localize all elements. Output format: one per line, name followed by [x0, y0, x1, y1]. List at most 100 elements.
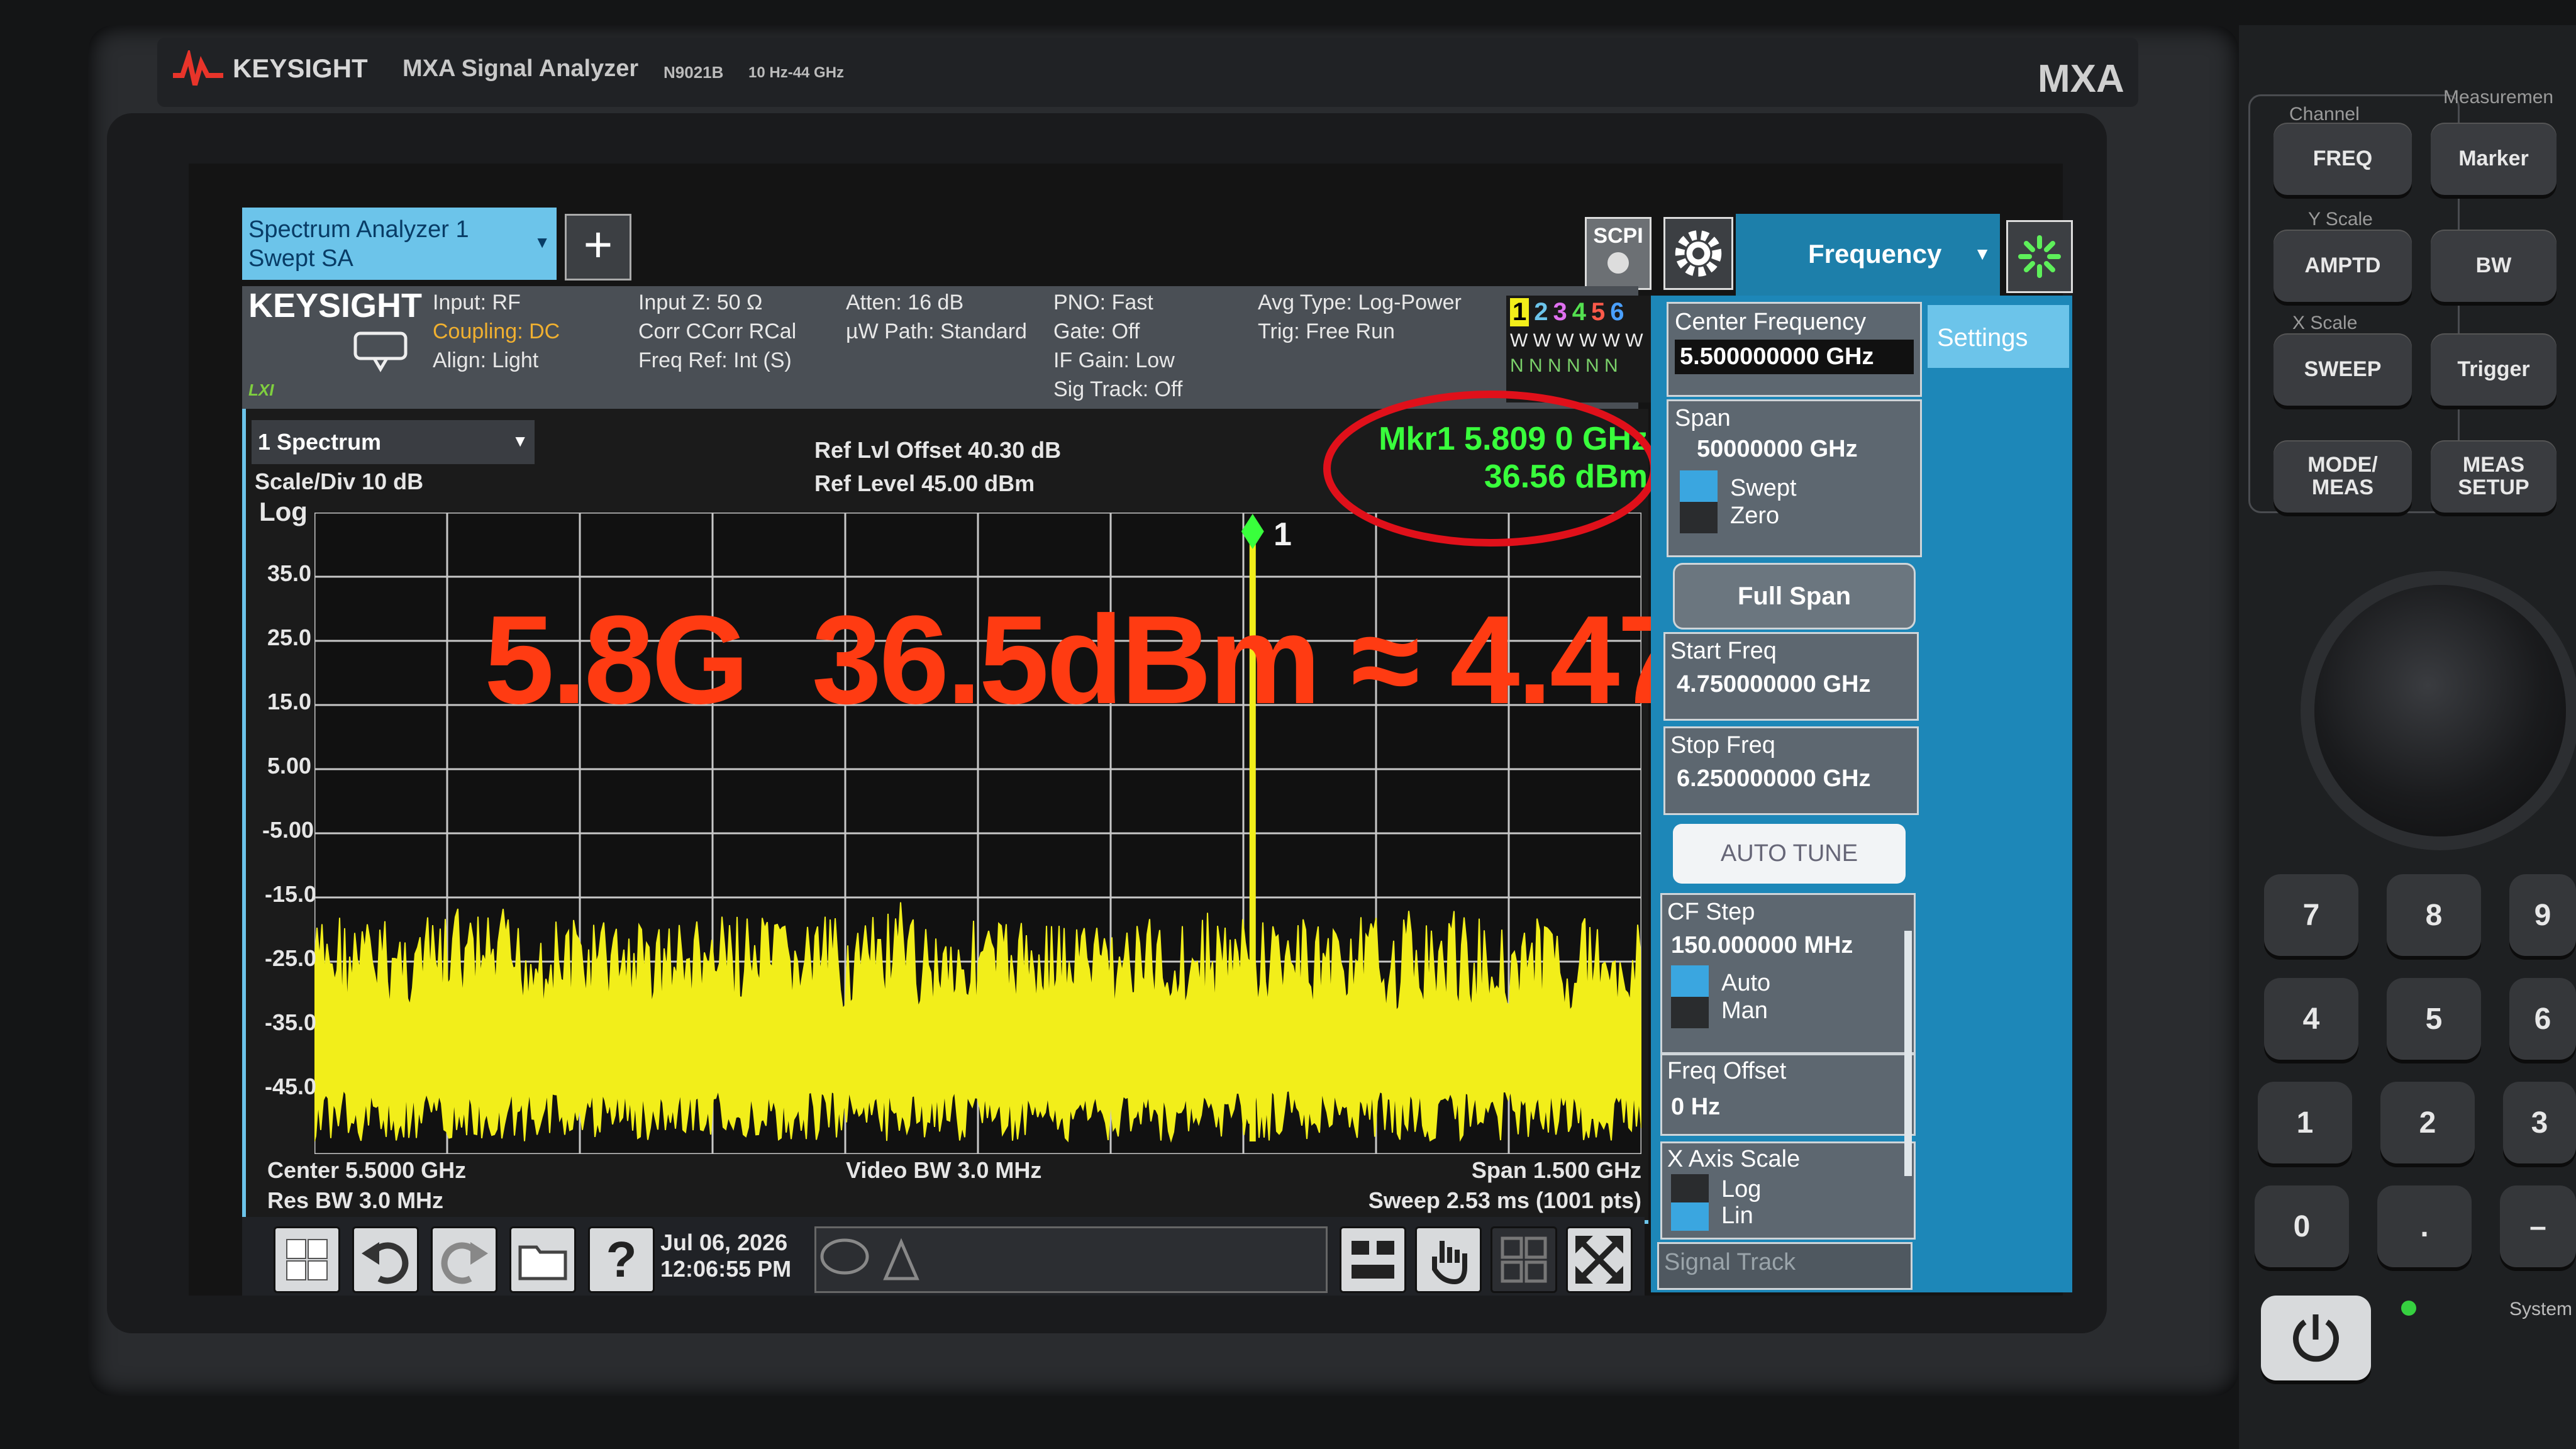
trace-types: W W W W W W	[1510, 330, 1643, 351]
scpi-button[interactable]: SCPI	[1585, 217, 1652, 290]
keysight-logo-icon	[173, 50, 223, 86]
info-column-4: PNO: Fast Gate: Off IF Gain: Low Sig Tra…	[1053, 288, 1182, 404]
trace-detectors: N N N N N N	[1510, 355, 1618, 376]
freq-offset-field[interactable]: 0 Hz	[1662, 1085, 1914, 1121]
message-bar[interactable]	[814, 1226, 1328, 1293]
start-freq-softkey[interactable]: Start Freq 4.750000000 GHz	[1663, 632, 1919, 721]
key-3[interactable]: 3	[2503, 1082, 2576, 1163]
stop-freq-softkey[interactable]: Stop Freq 6.250000000 GHz	[1663, 726, 1919, 815]
key-6[interactable]: 6	[2509, 978, 2576, 1060]
cf-step-mode-toggle[interactable]: Auto Man	[1662, 959, 1914, 1028]
key-2[interactable]: 2	[2380, 1082, 2475, 1163]
settings-tab[interactable]: Settings	[1928, 305, 2069, 368]
datetime: Jul 06, 2026 12:06:55 PM	[660, 1230, 791, 1282]
rotary-knob[interactable]	[2314, 585, 2566, 836]
redo-icon	[441, 1242, 488, 1284]
help-button[interactable]: ?	[588, 1226, 655, 1293]
key-0[interactable]: 0	[2255, 1185, 2349, 1267]
busy-spinner-icon	[2018, 235, 2061, 278]
touch-mode-button[interactable]	[1415, 1226, 1482, 1293]
mode-meas-line1: MODE/	[2307, 452, 2378, 477]
info-column-2: Input Z: 50 Ω Corr CCorr RCal Freq Ref: …	[638, 288, 796, 375]
meas-setup-hard-key[interactable]: MEAS SETUP	[2431, 440, 2557, 513]
undo-button[interactable]	[352, 1226, 419, 1293]
settings-gear-button[interactable]	[1663, 217, 1733, 290]
x-axis-scale-softkey[interactable]: X Axis Scale Log Lin	[1660, 1141, 1916, 1240]
hand-pointer-icon	[1432, 1241, 1467, 1285]
window-select-dropdown[interactable]: 1 Spectrum ▼	[252, 420, 535, 464]
cf-step-softkey[interactable]: CF Step 150.000000 MHz Auto Man	[1660, 893, 1916, 1054]
date-label: Jul 06, 2026	[660, 1230, 788, 1255]
lxi-badge: LXI	[248, 380, 274, 399]
redo-button[interactable]	[431, 1226, 497, 1293]
meas-setup-line1: MEAS	[2462, 452, 2525, 477]
span-mode-toggle[interactable]: Swept Zero	[1668, 463, 1920, 533]
span-softkey[interactable]: Span 50000000 GHz Swept Zero	[1667, 399, 1922, 557]
span-field[interactable]: 50000000 GHz	[1668, 432, 1920, 463]
trigger-hard-key[interactable]: Trigger	[2431, 333, 2557, 406]
file-button[interactable]	[509, 1226, 576, 1293]
toggle-indicator-icon	[1680, 470, 1718, 533]
info-if-gain: IF Gain: Low	[1053, 348, 1175, 372]
y-tick: 15.0	[267, 689, 312, 714]
zoom-window-button[interactable]	[1566, 1226, 1633, 1293]
status-indicator-button[interactable]	[2006, 220, 2073, 293]
softkey-label: Signal Track	[1664, 1249, 1796, 1275]
info-freq-ref: Freq Ref: Int (S)	[638, 348, 792, 372]
stop-freq-field[interactable]: 6.250000000 GHz	[1665, 759, 1917, 792]
video-bw-label: Video BW 3.0 MHz	[846, 1157, 1042, 1183]
start-freq-field[interactable]: 4.750000000 GHz	[1665, 665, 1917, 698]
multi-window-button[interactable]	[1340, 1226, 1406, 1293]
windows-start-button[interactable]	[274, 1226, 340, 1293]
freq-offset-softkey[interactable]: Freq Offset 0 Hz	[1660, 1053, 1916, 1136]
mode-tab[interactable]: Spectrum Analyzer 1 Swept SA ▼	[242, 208, 557, 280]
highlight-ellipse	[1323, 391, 1658, 547]
marker-hard-key[interactable]: Marker	[2431, 123, 2557, 195]
gear-icon	[1675, 230, 1722, 277]
softkey-label: X Axis Scale	[1667, 1146, 1801, 1172]
expand-icon	[1575, 1236, 1623, 1284]
model-number: N9021B	[663, 63, 724, 82]
center-frequency-softkey[interactable]: Center Frequency 5.500000000 GHz	[1667, 302, 1922, 397]
mode-meas-hard-key[interactable]: MODE/ MEAS	[2273, 440, 2412, 513]
amptd-hard-key[interactable]: AMPTD	[2273, 230, 2412, 302]
add-screen-button[interactable]: +	[565, 214, 631, 280]
system-key-label: System	[2509, 1299, 2573, 1319]
key-9[interactable]: 9	[2509, 874, 2576, 956]
menu-title: Frequency	[1808, 239, 1942, 269]
auto-tune-softkey[interactable]: AUTO TUNE	[1673, 824, 1906, 884]
menu-title-dropdown[interactable]: Frequency ▼	[1736, 214, 2000, 296]
signal-track-softkey[interactable]: Signal Track	[1657, 1242, 1913, 1290]
key-4[interactable]: 4	[2264, 978, 2358, 1060]
bw-hard-key[interactable]: BW	[2431, 230, 2557, 302]
toggle-indicator-icon	[1671, 1174, 1709, 1231]
y-tick: -45.0	[265, 1074, 317, 1099]
info-coupling: Coupling: DC	[433, 319, 560, 343]
key-1[interactable]: 1	[2258, 1082, 2352, 1163]
trace-numbers: 1 2 3 4 5 6	[1506, 296, 1651, 326]
full-span-softkey[interactable]: Full Span	[1673, 563, 1916, 630]
x-axis-scale-toggle[interactable]: Log Lin	[1662, 1173, 1914, 1231]
power-button[interactable]	[2261, 1296, 2371, 1380]
undo-icon	[362, 1242, 409, 1284]
grid-view-button[interactable]	[1491, 1226, 1557, 1293]
sweep-hard-key[interactable]: SWEEP	[2273, 333, 2412, 406]
cf-step-field[interactable]: 150.000000 MHz	[1662, 926, 1914, 959]
key-5[interactable]: 5	[2387, 978, 2481, 1060]
key-8[interactable]: 8	[2387, 874, 2481, 956]
freq-hard-key[interactable]: FREQ	[2273, 123, 2412, 195]
cf-step-option-man: Man	[1721, 997, 1768, 1024]
key-7[interactable]: 7	[2264, 874, 2358, 956]
key-minus[interactable]: –	[2500, 1185, 2576, 1267]
info-column-1: Input: RF Coupling: DC Align: Light	[433, 288, 560, 375]
y-tick: -25.0	[265, 945, 317, 971]
scpi-status-icon	[1607, 252, 1629, 274]
touch-icon	[353, 331, 408, 372]
center-frequency-field[interactable]: 5.500000000 GHz	[1675, 340, 1914, 374]
key-decimal[interactable]: .	[2377, 1185, 2472, 1267]
softkey-label: Span	[1675, 405, 1731, 431]
softkey-label: Start Freq	[1670, 638, 1777, 664]
trace-4: 4	[1572, 298, 1586, 326]
softkey-scrollbar[interactable]	[1904, 931, 1912, 1176]
softkey-label: AUTO TUNE	[1720, 840, 1858, 867]
